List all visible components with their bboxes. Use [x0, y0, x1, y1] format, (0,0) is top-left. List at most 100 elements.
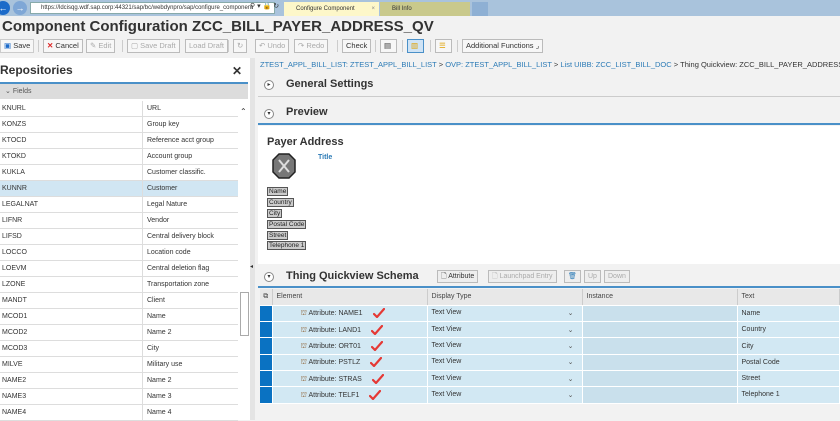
chevron-down-icon[interactable]: ⌄: [568, 391, 574, 399]
redo-button[interactable]: ↷ Redo: [294, 39, 329, 53]
column-header-text[interactable]: Text: [737, 289, 840, 306]
load-draft-button[interactable]: Load Draft: [185, 39, 229, 53]
column-header-display-type[interactable]: Display Type: [427, 289, 583, 306]
repository-row[interactable]: LIFNR Vendor: [0, 213, 238, 229]
preview-header[interactable]: Preview: [286, 106, 328, 118]
chevron-down-icon[interactable]: ⌄: [568, 375, 574, 383]
repository-row[interactable]: KONZS Group key: [0, 117, 238, 133]
repository-row[interactable]: KUKLA Customer classific.: [0, 165, 238, 181]
row-selector[interactable]: [260, 370, 273, 388]
select-all-icon[interactable]: ⧉: [260, 289, 273, 306]
repository-row[interactable]: LOEVM Central deletion flag: [0, 261, 238, 277]
row-selector[interactable]: [260, 321, 273, 339]
search-icon[interactable]: ⚲ ▾ 🔒 ↻: [250, 2, 279, 10]
table-row[interactable]: ⛫ Attribute: PSTLZ Text View ⌄ Postal Cod…: [260, 354, 840, 371]
repository-row[interactable]: KTOCD Reference acct group: [0, 133, 238, 149]
collapse-icon[interactable]: ▾: [264, 272, 274, 282]
display-type-select[interactable]: Text View ⌄: [427, 305, 583, 323]
repository-row[interactable]: MANDT Client: [0, 293, 238, 309]
row-selector[interactable]: [260, 305, 273, 323]
forward-icon[interactable]: →: [13, 1, 27, 15]
row-selector[interactable]: [260, 386, 273, 404]
text-cell[interactable]: Name: [737, 305, 840, 323]
display-type-select[interactable]: Text View ⌄: [427, 370, 583, 388]
display-type-select[interactable]: Text View ⌄: [427, 321, 583, 339]
up-button[interactable]: Up: [584, 270, 601, 283]
tab-configure-component[interactable]: Configure Component ×: [284, 2, 379, 16]
column-header-element[interactable]: Element: [272, 289, 428, 306]
general-settings-header[interactable]: General Settings: [286, 78, 373, 90]
save-draft-button[interactable]: ▢ Save Draft: [127, 39, 180, 53]
repository-row[interactable]: NAME4 Name 4: [0, 405, 238, 421]
edit-button[interactable]: ✎ Edit: [86, 39, 116, 53]
close-tab-icon[interactable]: ×: [371, 2, 375, 16]
delete-button[interactable]: 🗑: [564, 270, 581, 283]
repository-row[interactable]: KUNNR Customer: [0, 181, 238, 197]
repository-row[interactable]: LOCCO Location code: [0, 245, 238, 261]
breadcrumb-item[interactable]: ZTEST_APPL_BILL_LIST: ZTEST_APPL_BILL_LI…: [260, 60, 437, 69]
repository-row[interactable]: KTOKD Account group: [0, 149, 238, 165]
repository-row[interactable]: MCOD3 City: [0, 341, 238, 357]
layout-horizontal-button[interactable]: ▤: [380, 39, 397, 53]
fields-group-header[interactable]: ⌄ Fields: [0, 84, 248, 99]
instance-cell[interactable]: [582, 321, 738, 339]
refresh-button[interactable]: ↻: [233, 39, 248, 53]
instance-cell[interactable]: [582, 305, 738, 323]
text-cell[interactable]: Postal Code: [737, 354, 840, 371]
instance-cell[interactable]: [582, 337, 738, 355]
close-icon[interactable]: ✕: [232, 64, 242, 78]
table-row[interactable]: ⛫ Attribute: TELF1 Text View ⌄ Telephone …: [260, 386, 840, 404]
chevron-down-icon[interactable]: ⌄: [568, 326, 574, 334]
text-cell[interactable]: Country: [737, 321, 840, 339]
repository-row[interactable]: NAME3 Name 3: [0, 389, 238, 405]
chevron-down-icon[interactable]: ⌄: [568, 358, 574, 366]
layout-vertical-button[interactable]: ▥: [407, 39, 424, 53]
instance-cell[interactable]: [582, 354, 738, 371]
repository-row[interactable]: NAME2 Name 2: [0, 373, 238, 389]
repository-row[interactable]: KNURL URL: [0, 101, 238, 117]
repository-row[interactable]: MILVE Military use: [0, 357, 238, 373]
table-row[interactable]: ⛫ Attribute: LAND1 Text View ⌄ Country: [260, 321, 840, 339]
table-row[interactable]: ⛫ Attribute: STRAS Text View ⌄ Street: [260, 370, 840, 388]
display-type-select[interactable]: Text View ⌄: [427, 337, 583, 355]
down-button[interactable]: Down: [604, 270, 630, 283]
collapse-icon[interactable]: ▾: [264, 109, 274, 119]
repository-row[interactable]: LZONE Transportation zone: [0, 277, 238, 293]
table-row[interactable]: ⛫ Attribute: NAME1 Text View ⌄ Name: [260, 305, 840, 323]
display-type-select[interactable]: Text View ⌄: [427, 354, 583, 371]
text-cell[interactable]: Street: [737, 370, 840, 388]
repository-row[interactable]: MCOD2 Name 2: [0, 325, 238, 341]
chevron-down-icon[interactable]: ⌄: [568, 309, 574, 317]
scrollbar-thumb[interactable]: [240, 292, 249, 336]
new-tab-button[interactable]: [472, 2, 488, 16]
save-button[interactable]: ▣ Save: [0, 39, 35, 53]
additional-functions-button[interactable]: Additional Functions ⌟: [462, 39, 544, 53]
text-cell[interactable]: Telephone 1: [737, 386, 840, 404]
check-button[interactable]: Check: [342, 39, 372, 53]
repository-row[interactable]: LEGALNAT Legal Nature: [0, 197, 238, 213]
column-header-instance[interactable]: Instance: [582, 289, 738, 306]
add-launchpad-entry-button[interactable]: 🗋 Launchpad Entry: [488, 270, 557, 283]
row-selector[interactable]: [260, 354, 273, 371]
display-type-select[interactable]: Text View ⌄: [427, 386, 583, 404]
instance-cell[interactable]: [582, 386, 738, 404]
undo-button[interactable]: ↶ Undo: [255, 39, 290, 53]
breadcrumb-item[interactable]: OVP: ZTEST_APPL_BILL_LIST: [445, 60, 552, 69]
chevron-down-icon[interactable]: ⌄: [568, 342, 574, 350]
instance-cell[interactable]: [582, 370, 738, 388]
expand-icon[interactable]: ▸: [264, 80, 274, 90]
table-row[interactable]: ⛫ Attribute: ORT01 Text View ⌄ City: [260, 337, 840, 355]
collapse-icon[interactable]: ◂: [250, 263, 253, 270]
address-bar[interactable]: https://ldcisqg.wdf.sap.corp:44321/sap/b…: [30, 2, 275, 14]
back-icon[interactable]: ←: [0, 1, 10, 15]
add-attribute-button[interactable]: 🗋 Attribute: [437, 270, 479, 283]
panel-splitter[interactable]: ◂: [250, 58, 255, 420]
row-selector[interactable]: [260, 337, 273, 355]
tab-bill-info[interactable]: Bill Info: [380, 2, 470, 16]
text-cell[interactable]: City: [737, 337, 840, 355]
repository-row[interactable]: MCOD1 Name: [0, 309, 238, 325]
scroll-up-icon[interactable]: ⌃: [240, 107, 247, 116]
repository-row[interactable]: LIFSD Central delivery block: [0, 229, 238, 245]
title-link[interactable]: Title: [318, 154, 332, 161]
cancel-button[interactable]: ✕ Cancel: [43, 39, 83, 53]
